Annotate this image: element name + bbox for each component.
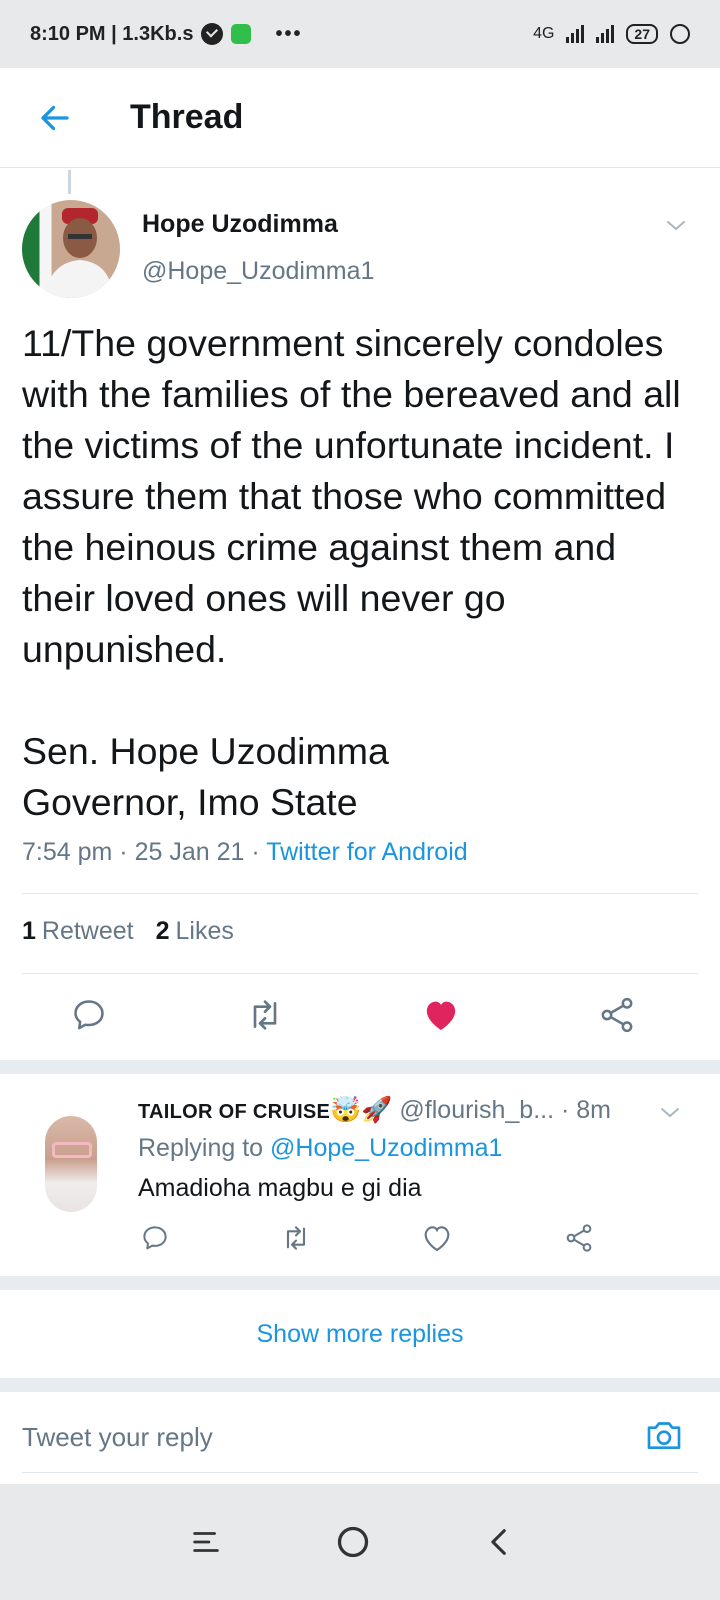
- reply-icon: [143, 1226, 167, 1250]
- likes-count: 2: [155, 917, 170, 945]
- home-button[interactable]: [328, 1517, 378, 1567]
- avatar-detail: [52, 1142, 92, 1158]
- reply-avatar[interactable]: [45, 1116, 97, 1212]
- reply-like-button[interactable]: [412, 1213, 462, 1263]
- reply-header: TAILOR OF CRUISE🤯🚀 @flourish_b... · 8m: [138, 1096, 611, 1125]
- tweet-time: 7:54 pm: [22, 838, 113, 866]
- avatar[interactable]: [22, 200, 120, 298]
- charging-icon: [670, 24, 690, 44]
- avatar-portrait-icon: [44, 208, 114, 298]
- tweet-source-link[interactable]: Twitter for Android: [266, 838, 467, 866]
- heart-icon: [424, 1226, 450, 1252]
- composer-underline: [22, 1472, 698, 1473]
- meta-separator: ·: [119, 838, 135, 866]
- reply-input[interactable]: Tweet your reply: [22, 1422, 213, 1453]
- section-separator: [0, 1060, 720, 1074]
- reply-icon: [74, 1000, 104, 1030]
- app-header: Thread: [0, 68, 720, 168]
- reply-author-name[interactable]: TAILOR OF CRUISE: [138, 1101, 330, 1123]
- reply-options-button[interactable]: [658, 1100, 682, 1129]
- retweet-label: Retweet: [41, 917, 134, 945]
- show-more-replies-button[interactable]: Show more replies: [0, 1290, 720, 1378]
- reply-author-emoji: 🤯🚀: [330, 1096, 393, 1124]
- author-name[interactable]: Hope Uzodimma: [142, 210, 338, 239]
- reply-actions: [0, 1216, 720, 1260]
- retweet-count-link[interactable]: 1 Retweet: [22, 917, 134, 946]
- thread-connector: [68, 170, 71, 194]
- tweet-options-button[interactable]: [664, 213, 688, 242]
- tweet-stats: 1 Retweet 2 Likes: [22, 917, 234, 946]
- replying-mention-link[interactable]: @Hope_Uzodimma1: [270, 1134, 502, 1162]
- likes-count-link[interactable]: 2 Likes: [156, 917, 234, 946]
- status-right: 4G 27: [533, 24, 690, 44]
- status-bar: 8:10 PM | 1.3Kb.s ••• 4G 27: [0, 0, 720, 68]
- home-circle-icon: [337, 1526, 369, 1558]
- chevron-left-icon: [491, 1529, 506, 1555]
- share-button[interactable]: [592, 990, 642, 1040]
- tweet-actions: [0, 990, 720, 1050]
- page-title: Thread: [130, 98, 244, 136]
- like-button[interactable]: [416, 990, 466, 1040]
- likes-label: Likes: [175, 917, 234, 945]
- status-time: 8:10 PM | 1.3Kb.s: [30, 22, 194, 45]
- network-type: 4G: [533, 25, 555, 42]
- tweet-meta: 7:54 pm · 25 Jan 21 · Twitter for Androi…: [22, 838, 468, 867]
- tweet-text: 11/The government sincerely condoles wit…: [22, 322, 681, 823]
- divider: [22, 893, 698, 894]
- reply-button[interactable]: [64, 990, 114, 1040]
- back-arrow-icon: [41, 105, 69, 130]
- recents-button[interactable]: [181, 1517, 231, 1567]
- status-left: 8:10 PM | 1.3Kb.s •••: [30, 23, 302, 46]
- system-nav-bar: [0, 1484, 720, 1600]
- retweet-count: 1: [22, 917, 36, 945]
- menu-icon: [193, 1532, 219, 1552]
- heart-filled-icon: [426, 1001, 456, 1030]
- system-back-button[interactable]: [475, 1517, 525, 1567]
- reply-text: Amadioha magbu e gi dia: [138, 1174, 422, 1202]
- camera-button[interactable]: [642, 1414, 686, 1458]
- author-handle[interactable]: @Hope_Uzodimma1: [142, 257, 374, 286]
- reply-reply-button[interactable]: [130, 1213, 180, 1263]
- camera-icon: [647, 1422, 681, 1449]
- reply-author-handle[interactable]: @flourish_b...: [399, 1096, 554, 1124]
- reply-composer: Tweet your reply: [0, 1392, 720, 1484]
- reply-age: · 8m: [561, 1096, 611, 1124]
- section-separator: [0, 1276, 720, 1290]
- replying-prefix: Replying to: [138, 1134, 264, 1162]
- back-button[interactable]: [0, 68, 110, 168]
- check-icon: [201, 23, 224, 45]
- meta-separator: ·: [251, 838, 267, 866]
- chevron-down-icon: [667, 221, 685, 231]
- reply-tweet[interactable]: TAILOR OF CRUISE🤯🚀 @flourish_b... · 8m R…: [0, 1086, 720, 1276]
- retweet-icon: [253, 1000, 277, 1030]
- signal-2-icon: [596, 25, 615, 43]
- chevron-down-icon: [661, 1108, 679, 1118]
- section-separator: [0, 1378, 720, 1392]
- divider: [22, 973, 698, 974]
- more-notifications-icon: •••: [275, 22, 303, 45]
- reply-share-button[interactable]: [554, 1213, 604, 1263]
- retweet-icon: [286, 1226, 306, 1250]
- reply-retweet-button[interactable]: [271, 1213, 321, 1263]
- share-icon: [601, 997, 633, 1033]
- replying-to: Replying to @Hope_Uzodimma1: [138, 1134, 502, 1163]
- signal-icon: [566, 25, 585, 43]
- app-notification-icon: [231, 24, 252, 44]
- battery-icon: 27: [626, 24, 658, 44]
- tweet-date: 25 Jan 21: [134, 838, 245, 866]
- retweet-button[interactable]: [240, 990, 290, 1040]
- share-icon: [566, 1224, 592, 1252]
